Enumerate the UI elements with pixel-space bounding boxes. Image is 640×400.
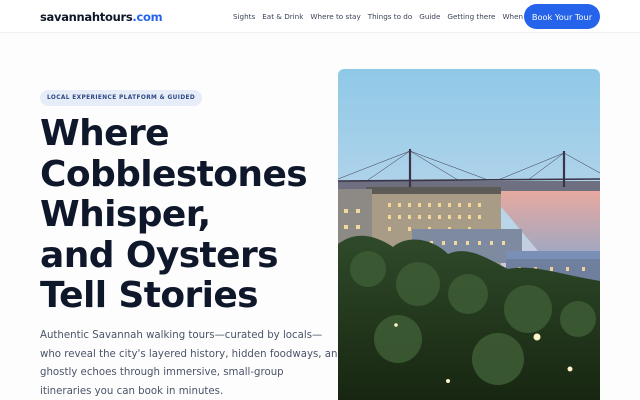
book-tour-button[interactable]: Book Your Tour bbox=[524, 4, 600, 29]
hero-title-line: and Oysters bbox=[40, 234, 279, 276]
nav-link-sights[interactable]: Sights bbox=[233, 12, 255, 21]
nav-link-things-to-do[interactable]: Things to do bbox=[368, 12, 413, 21]
nav-link-eat-drink[interactable]: Eat & Drink bbox=[262, 12, 303, 21]
logo-domain: .com bbox=[132, 10, 163, 24]
hero-title-line: Cobblestones bbox=[40, 153, 308, 195]
nav-link-guide[interactable]: Guide bbox=[419, 12, 440, 21]
nav-link-getting-there[interactable]: Getting there bbox=[447, 12, 495, 21]
lead-line: itineraries you can book in minutes. bbox=[40, 385, 224, 397]
hero-photo-illustration bbox=[338, 69, 600, 400]
logo-name: savannahtours bbox=[40, 10, 133, 24]
hero-lead-paragraph: Authentic Savannah walking tours—curated… bbox=[40, 327, 344, 400]
site-logo[interactable]: savannahtours.com bbox=[40, 10, 163, 24]
nav-links: Sights Eat & Drink Where to stay Things … bbox=[233, 12, 544, 21]
hero-title-line: Where bbox=[40, 113, 170, 154]
category-badge: LOCAL EXPERIENCE PLATFORM & GUIDED bbox=[40, 90, 203, 106]
lead-line: ghostly echoes through immersive, small-… bbox=[40, 367, 284, 378]
hero-title-line: Tell Stories bbox=[40, 275, 259, 316]
hero-image-savannah-skyline bbox=[338, 69, 600, 400]
lead-line: Authentic Savannah walking tours—curated… bbox=[40, 330, 323, 341]
hero-title: Where Cobblestones Whisper, and Oysters … bbox=[40, 113, 330, 317]
lead-line: who reveal the city's layered history, h… bbox=[40, 348, 344, 360]
nav-link-where-to-stay[interactable]: Where to stay bbox=[310, 12, 360, 21]
hero-title-line: Whisper, bbox=[40, 194, 211, 235]
top-navigation: savannahtours.com Sights Eat & Drink Whe… bbox=[0, 0, 640, 33]
